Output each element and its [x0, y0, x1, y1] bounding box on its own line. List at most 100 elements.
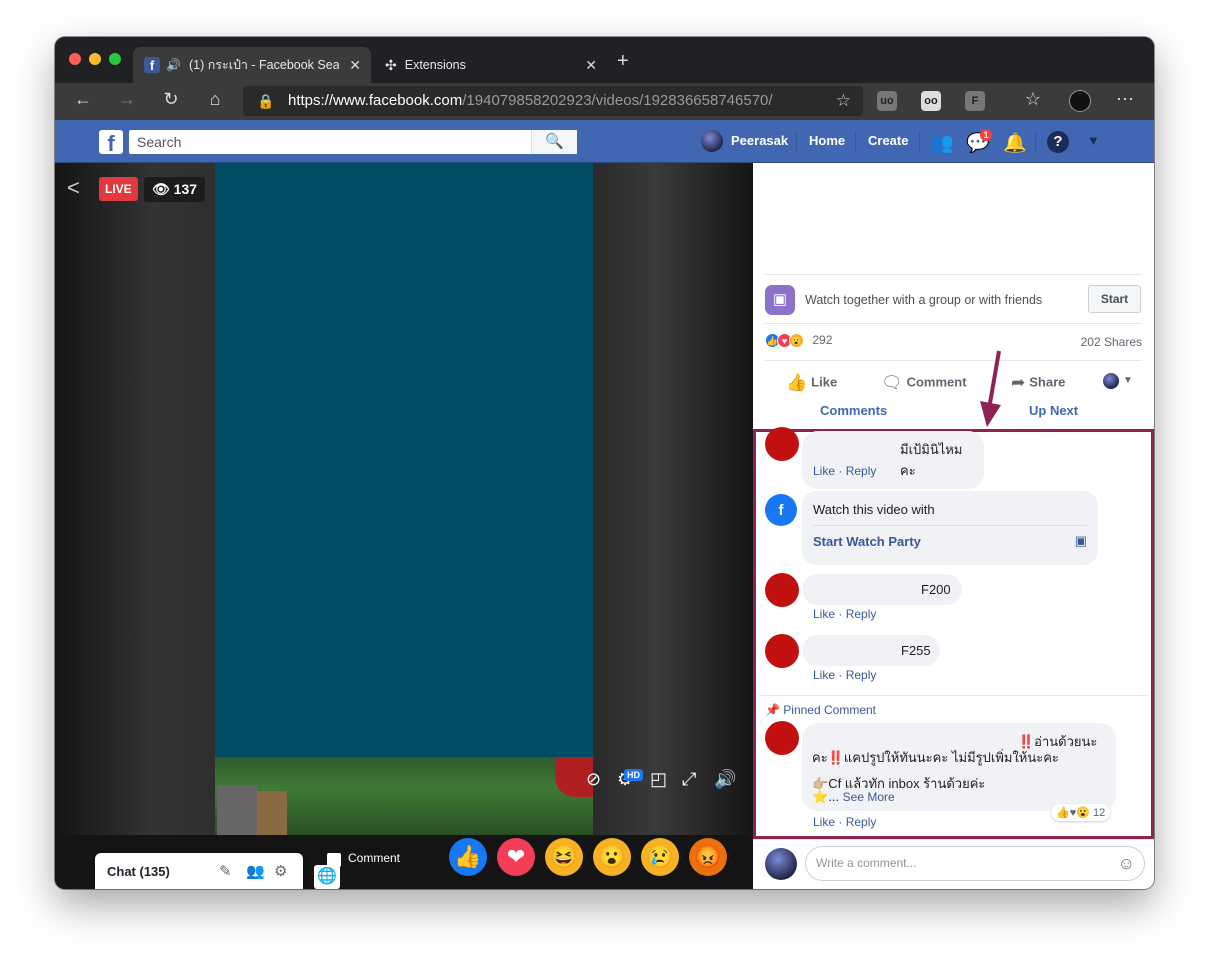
notifications-bell-icon[interactable]: 🔔: [1003, 131, 1027, 155]
wow-reaction-icon[interactable]: 😮: [593, 838, 631, 876]
see-more-link[interactable]: See More: [843, 790, 895, 804]
speech-bubble-icon: 🗨: [881, 373, 903, 392]
sad-reaction-icon[interactable]: 😢: [641, 838, 679, 876]
fullscreen-icon[interactable]: ⤢: [682, 769, 696, 790]
facebook-favicon-icon: f: [144, 57, 160, 73]
tampermonkey-extension-icon[interactable]: oo: [921, 91, 941, 111]
forward-icon[interactable]: →: [115, 89, 139, 110]
back-chevron-icon[interactable]: <: [67, 175, 80, 201]
comment-reply-link[interactable]: Reply: [846, 815, 877, 829]
nav-separator: [796, 132, 797, 152]
like-reaction-icon[interactable]: 👍: [449, 838, 487, 876]
star-icon: ⭐: [812, 789, 829, 804]
facebook-icon: f: [765, 494, 797, 526]
comment-actions: Like · Reply: [813, 815, 877, 829]
emoji-smile-icon[interactable]: ☺: [1118, 847, 1135, 880]
group-chat-icon[interactable]: 👥: [246, 862, 265, 880]
video-player[interactable]: < LIVE 👁 137 ⊘ ⚙ HD ◰ ⤢ 🔊 👍 ❤ 😆 😮 😢 😡: [55, 163, 753, 889]
commenter-avatar[interactable]: [765, 721, 799, 755]
close-window-button[interactable]: [69, 53, 81, 65]
like-action-button[interactable]: 👍 Like: [786, 373, 837, 393]
favorite-star-icon[interactable]: ☆: [836, 86, 851, 116]
home-icon[interactable]: ⌂: [203, 89, 227, 110]
back-icon[interactable]: ←: [71, 89, 95, 110]
annotation-arrow: [980, 350, 1001, 427]
tab-comments[interactable]: Comments: [820, 403, 887, 418]
comment-like-link[interactable]: Like: [813, 607, 835, 621]
commenter-avatar[interactable]: [765, 634, 799, 668]
comment-reply-link[interactable]: Reply: [846, 607, 877, 621]
search-button[interactable]: 🔍: [531, 130, 577, 154]
current-user-avatar: [765, 848, 797, 880]
comment-reply-link[interactable]: Reply: [846, 464, 877, 478]
facebook-logo[interactable]: f: [99, 130, 123, 156]
minimize-window-button[interactable]: [89, 53, 101, 65]
comment-like-link[interactable]: Like: [813, 668, 835, 682]
user-avatar[interactable]: [701, 130, 723, 152]
user-name-link[interactable]: Peerasak: [731, 133, 788, 148]
pinned-reactions[interactable]: 👍♥😮 12: [1051, 804, 1111, 821]
maximize-window-button[interactable]: [109, 53, 121, 65]
tab-facebook-search[interactable]: f 🔊 (1) กระเป๋า - Facebook Search ✕: [133, 47, 371, 83]
reaction-count: 292: [812, 333, 833, 347]
pinned-divider: [759, 695, 1147, 696]
comment-bubble: มีเป้มินิไหมคะ: [802, 431, 984, 489]
more-menu-icon[interactable]: ⋯: [1113, 89, 1137, 110]
profile-avatar[interactable]: [1069, 90, 1091, 112]
watch-party-icon: ▣: [765, 285, 795, 315]
commenter-avatar[interactable]: [765, 427, 799, 461]
address-bar[interactable]: 🔒 https://www.facebook.com/1940798582029…: [243, 86, 863, 116]
start-button[interactable]: Start: [1088, 285, 1141, 313]
create-link[interactable]: Create: [868, 133, 908, 148]
globe-icon[interactable]: 🌐: [314, 865, 340, 889]
comment-reply-link[interactable]: Reply: [846, 668, 877, 682]
comment-like-link[interactable]: Like: [813, 815, 835, 829]
eye-icon: 👁: [152, 181, 174, 197]
url-path: /194079858202923/videos/192836658746570/: [462, 92, 773, 109]
chat-bar[interactable]: Chat (135) ✎ 👥 ⚙: [95, 853, 303, 889]
tab-title: Extensions: [404, 58, 466, 72]
comment-text: F255: [901, 643, 931, 658]
tab-bar: f 🔊 (1) กระเป๋า - Facebook Search ✕ ✣ Ex…: [55, 37, 1154, 83]
commenter-avatar[interactable]: [765, 573, 799, 607]
like-love-wow-icons: 👍♥😮: [1056, 807, 1090, 819]
reload-icon[interactable]: ↻: [159, 89, 183, 110]
tab-up-next[interactable]: Up Next: [1029, 403, 1078, 418]
watch-party-icon[interactable]: ▣: [1075, 533, 1087, 549]
start-watch-party-link[interactable]: Start Watch Party: [813, 534, 921, 549]
posting-as-chevron-icon[interactable]: ▼: [1123, 375, 1133, 386]
action-divider: [765, 360, 1141, 361]
share-action-button[interactable]: ➦ Share: [1011, 373, 1065, 393]
search-placeholder: Search: [137, 134, 182, 150]
f-extension-icon[interactable]: F: [965, 91, 985, 111]
audio-icon[interactable]: 🔊: [166, 58, 181, 72]
write-comment-input[interactable]: Write a comment... ☺: [805, 846, 1145, 881]
tab-extensions[interactable]: ✣ Extensions ✕: [377, 47, 607, 83]
reaction-summary[interactable]: 👍 ♥ 😮 292: [765, 333, 833, 349]
search-input[interactable]: Search 🔍: [129, 130, 577, 154]
share-count[interactable]: 202 Shares: [1081, 335, 1142, 349]
favorites-icon[interactable]: ☆: [1021, 89, 1045, 110]
close-tab-icon[interactable]: ✕: [585, 57, 597, 74]
chat-settings-gear-icon[interactable]: ⚙: [274, 862, 287, 880]
posting-as-avatar[interactable]: [1103, 373, 1119, 389]
new-tab-button[interactable]: +: [617, 50, 629, 73]
home-link[interactable]: Home: [809, 133, 845, 148]
comment-actions: Like · Reply: [813, 668, 877, 682]
haha-reaction-icon[interactable]: 😆: [545, 838, 583, 876]
comment-like-link[interactable]: Like: [813, 464, 835, 478]
help-icon[interactable]: ?: [1047, 131, 1069, 153]
ublock-extension-icon[interactable]: uo: [877, 91, 897, 111]
mini-player-icon[interactable]: ◰: [650, 769, 667, 790]
compose-icon[interactable]: ✎: [219, 862, 232, 880]
angry-reaction-icon[interactable]: 😡: [689, 838, 727, 876]
captions-off-icon[interactable]: ⊘: [586, 769, 601, 790]
comment-action-label: Comment: [906, 374, 967, 390]
live-badge: LIVE: [99, 177, 138, 201]
friends-icon[interactable]: 👥: [930, 131, 954, 155]
comment-action-button[interactable]: 🗨 Comment: [881, 373, 967, 393]
close-tab-icon[interactable]: ✕: [349, 57, 361, 74]
volume-icon[interactable]: 🔊: [714, 769, 736, 790]
love-reaction-icon[interactable]: ❤: [497, 838, 535, 876]
account-menu-chevron-icon[interactable]: ▼: [1087, 133, 1100, 148]
